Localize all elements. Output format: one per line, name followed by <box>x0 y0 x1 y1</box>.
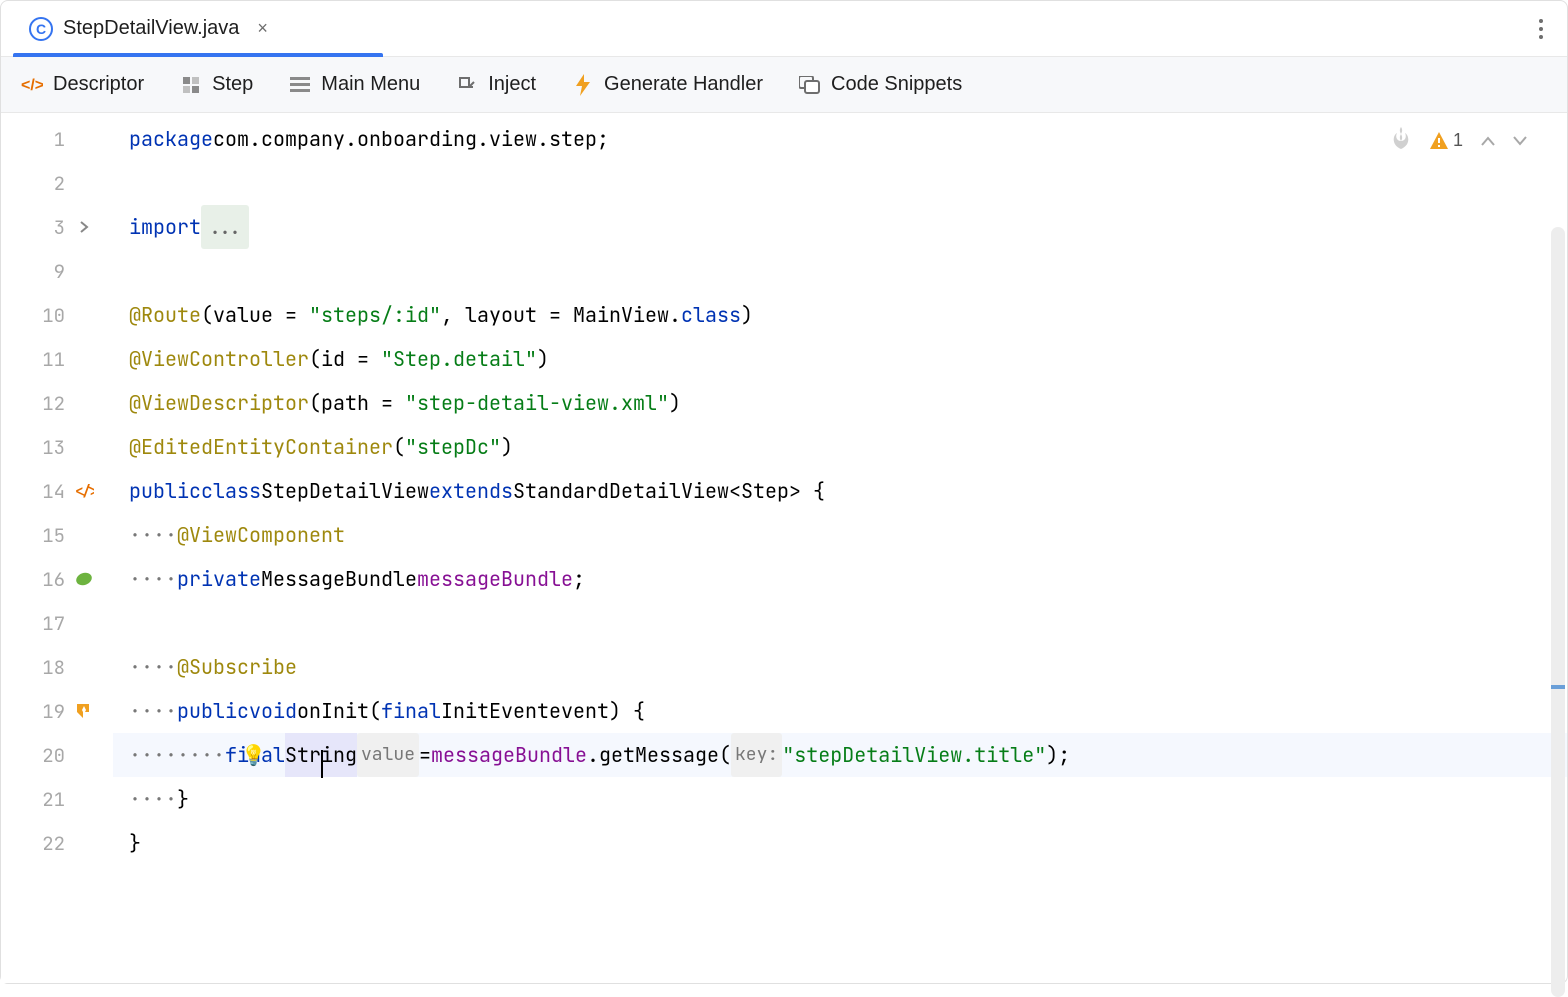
code-line[interactable]: @EditedEntityContainer("stepDc") <box>113 425 1567 469</box>
gutter-row[interactable]: 22 <box>1 821 113 865</box>
code-line[interactable]: ····public void onInit(final InitEvent e… <box>113 689 1567 733</box>
inject-label: Inject <box>488 73 536 96</box>
code-line[interactable] <box>113 161 1567 205</box>
menu-icon <box>289 74 311 96</box>
gutter-row[interactable]: 11 <box>1 337 113 381</box>
code-line[interactable]: @ViewDescriptor(path = "step-detail-view… <box>113 381 1567 425</box>
folded-block[interactable]: ... <box>201 205 249 249</box>
caret <box>321 750 323 778</box>
editor: 1 2 3 9 10 11 12 13 14</> 15 16 17 18 19… <box>1 113 1567 983</box>
generate-handler-button[interactable]: Generate Handler <box>572 73 763 96</box>
code-snippets-label: Code Snippets <box>831 73 962 96</box>
gutter: 1 2 3 9 10 11 12 13 14</> 15 16 17 18 19… <box>1 113 113 983</box>
gutter-row[interactable]: 19 <box>1 689 113 733</box>
scrollbar[interactable] <box>1551 227 1565 997</box>
gutter-row[interactable]: 14</> <box>1 469 113 513</box>
tab-active-indicator <box>13 53 383 57</box>
xml-tag-icon: </> <box>21 74 43 96</box>
code-line[interactable]: package com.company.onboarding.view.step… <box>113 117 1567 161</box>
class-icon: C <box>29 17 53 41</box>
gutter-row[interactable]: 18 <box>1 645 113 689</box>
scroll-marker[interactable] <box>1551 685 1565 689</box>
code-line[interactable]: ····} <box>113 777 1567 821</box>
intention-bulb-icon[interactable]: 💡 <box>241 733 266 777</box>
code-area[interactable]: package com.company.onboarding.view.step… <box>113 113 1567 983</box>
gutter-row[interactable]: 2 <box>1 161 113 205</box>
close-icon[interactable]: × <box>257 18 268 39</box>
code-line-active[interactable]: 💡········final String value = messageBun… <box>113 733 1567 777</box>
gutter-row[interactable]: 13 <box>1 425 113 469</box>
more-menu-icon[interactable] <box>1527 19 1555 39</box>
inject-icon <box>456 74 478 96</box>
svg-text:</>: </> <box>21 77 43 94</box>
file-tab[interactable]: C StepDetailView.java × <box>13 1 284 56</box>
tab-bar: C StepDetailView.java × <box>1 1 1567 57</box>
code-line[interactable]: import ... <box>113 205 1567 249</box>
inject-button[interactable]: Inject <box>456 73 536 96</box>
svg-text:</>: </> <box>74 483 94 500</box>
code-line[interactable]: } <box>113 821 1567 865</box>
gutter-row[interactable]: 20 <box>1 733 113 777</box>
descriptor-button[interactable]: </> Descriptor <box>21 73 144 96</box>
listener-gutter-icon[interactable] <box>73 700 95 722</box>
gutter-row[interactable]: 16 <box>1 557 113 601</box>
code-snippets-button[interactable]: Code Snippets <box>799 73 962 96</box>
code-line[interactable]: @ViewController(id = "Step.detail") <box>113 337 1567 381</box>
bean-gutter-icon[interactable] <box>73 568 95 590</box>
code-line[interactable] <box>113 601 1567 645</box>
code-line[interactable]: ····@Subscribe <box>113 645 1567 689</box>
entity-icon <box>180 74 202 96</box>
tab-title: StepDetailView.java <box>63 17 239 40</box>
generate-handler-label: Generate Handler <box>604 73 763 96</box>
gutter-row[interactable]: 9 <box>1 249 113 293</box>
bolt-icon <box>572 74 594 96</box>
code-line[interactable]: ····private MessageBundle messageBundle; <box>113 557 1567 601</box>
descriptor-label: Descriptor <box>53 73 144 96</box>
step-label: Step <box>212 73 253 96</box>
gutter-row[interactable]: 15 <box>1 513 113 557</box>
gutter-row[interactable]: 21 <box>1 777 113 821</box>
gutter-row[interactable]: 10 <box>1 293 113 337</box>
gutter-row[interactable]: 1 <box>1 117 113 161</box>
step-button[interactable]: Step <box>180 73 253 96</box>
xml-gutter-icon[interactable]: </> <box>73 480 95 502</box>
toolbar: </> Descriptor Step Main Menu Inject Gen… <box>1 57 1567 113</box>
gutter-row[interactable]: 17 <box>1 601 113 645</box>
code-line[interactable] <box>113 249 1567 293</box>
fold-expand-icon[interactable] <box>73 216 95 238</box>
gutter-row[interactable]: 3 <box>1 205 113 249</box>
code-line[interactable]: @Route(value = "steps/:id", layout = Mai… <box>113 293 1567 337</box>
snippets-icon <box>799 74 821 96</box>
code-line[interactable]: public class StepDetailView extends Stan… <box>113 469 1567 513</box>
main-menu-label: Main Menu <box>321 73 420 96</box>
gutter-row[interactable]: 12 <box>1 381 113 425</box>
code-line[interactable]: ····@ViewComponent <box>113 513 1567 557</box>
main-menu-button[interactable]: Main Menu <box>289 73 420 96</box>
